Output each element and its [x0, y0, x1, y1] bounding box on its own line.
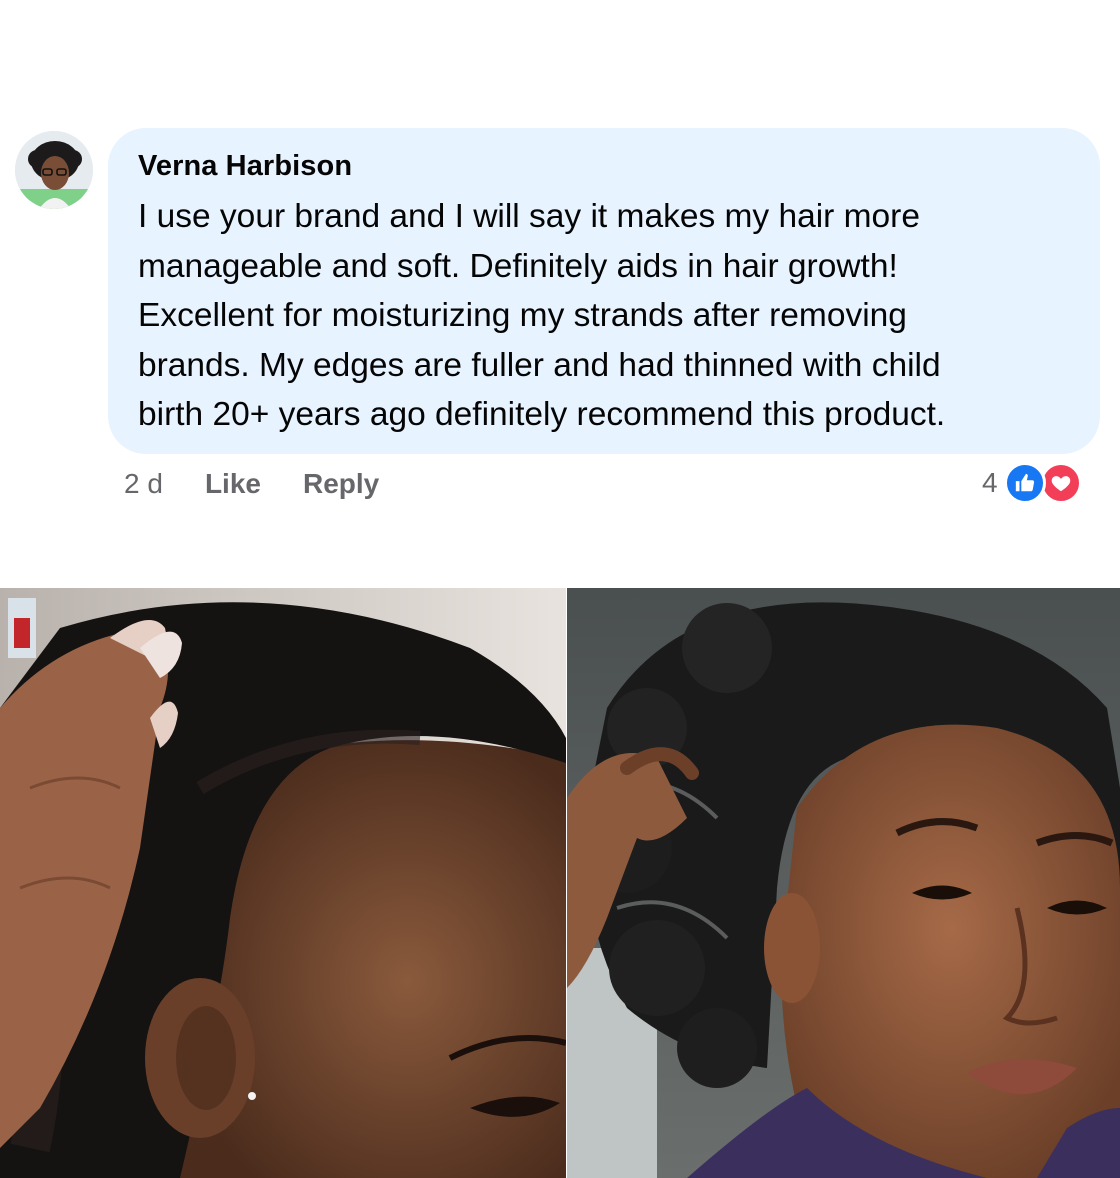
reaction-summary[interactable]: 4 — [982, 461, 1082, 505]
comment-text: I use your brand and I will say it makes… — [138, 192, 1078, 440]
comment-line: brands. My edges are fuller and had thin… — [138, 346, 941, 384]
before-photo — [0, 588, 566, 1178]
comment: Verna Harbison I use your brand and I wi… — [0, 0, 1120, 588]
comment-line: manageable and soft. Definitely aids in … — [138, 247, 898, 285]
after-photo — [567, 588, 1120, 1178]
avatar[interactable] — [15, 131, 93, 209]
comment-timestamp[interactable]: 2 d — [124, 468, 163, 500]
comment-author[interactable]: Verna Harbison — [138, 150, 352, 183]
before-after-photos — [0, 588, 1120, 1178]
comment-line: Excellent for moisturizing my strands af… — [138, 297, 907, 334]
like-button[interactable]: Like — [205, 468, 261, 500]
comment-line: I use your brand and I will say it makes… — [138, 198, 920, 235]
comment-actions: 2 d Like Reply — [124, 466, 421, 502]
comment-line: birth 20+ years ago definitely recommend… — [138, 396, 946, 433]
like-icon — [1003, 462, 1046, 504]
comment-bubble: Verna Harbison I use your brand and I wi… — [108, 128, 1100, 454]
love-icon — [1039, 462, 1082, 504]
reaction-count: 4 — [982, 467, 998, 498]
reply-button[interactable]: Reply — [303, 468, 379, 500]
